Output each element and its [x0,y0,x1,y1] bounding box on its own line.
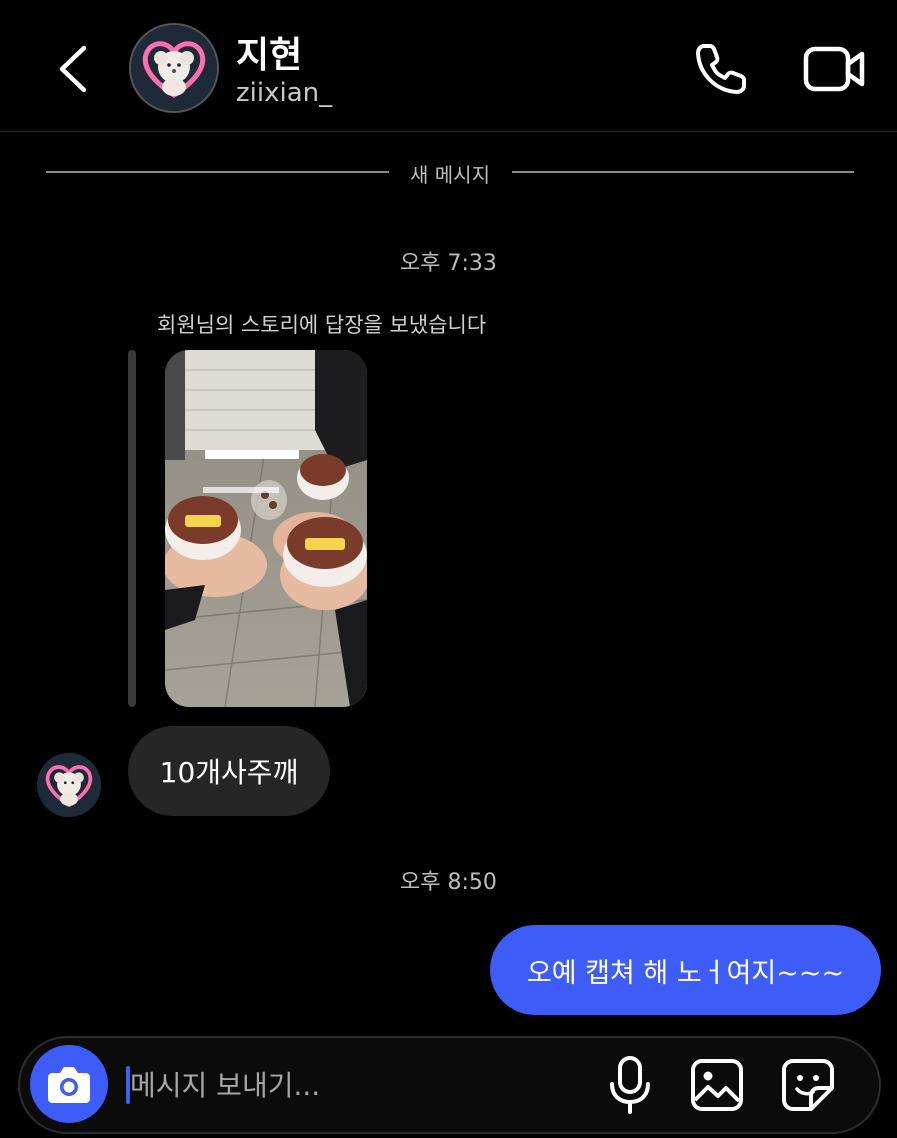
video-call-button[interactable] [800,38,870,100]
avatar-image [131,25,217,111]
video-camera-icon [803,46,865,92]
microphone-icon [610,1056,650,1114]
story-reply-label: 회원님의 스토리에 답장을 보냈습니다 [157,313,487,337]
reply-indicator-bar [128,350,136,707]
message-text: 10개사주깨 [159,756,299,789]
message-text: 오예 캡쳐 해 노ㅓ여지~~~ [526,957,845,989]
divider-line-left [46,171,389,173]
chevron-left-icon [59,45,87,93]
dm-screen: 지현 ziixian_ 새 메시지 오후 7:33 회원님의 스토리에 답장을 … [0,0,897,1138]
message-input[interactable] [130,1062,550,1108]
timestamp: 오후 7:33 [400,251,497,276]
gallery-button[interactable] [688,1056,746,1114]
voice-call-button[interactable] [690,38,752,100]
sticker-icon [782,1059,834,1111]
new-messages-label: 새 메시지 [410,163,490,187]
story-thumbnail[interactable] [165,350,367,707]
incoming-message-bubble[interactable]: 10개사주깨 [128,726,330,816]
camera-icon [48,1067,90,1103]
phone-icon [696,44,746,94]
voice-message-button[interactable] [604,1054,656,1116]
sender-avatar[interactable] [37,753,101,817]
contact-name[interactable]: 지현 [236,26,302,78]
gallery-icon [691,1059,743,1111]
avatar-image [37,753,101,817]
back-button[interactable] [48,36,100,102]
chat-header: 지현 ziixian_ [0,0,897,132]
timestamp: 오후 8:50 [400,870,497,895]
outgoing-message-bubble[interactable]: 오예 캡쳐 해 노ㅓ여지~~~ [490,925,881,1015]
contact-avatar[interactable] [129,23,219,113]
camera-button[interactable] [30,1045,108,1123]
divider-line-right [512,171,854,173]
story-image [165,350,367,707]
contact-username[interactable]: ziixian_ [236,78,332,108]
sticker-button[interactable] [779,1056,837,1114]
